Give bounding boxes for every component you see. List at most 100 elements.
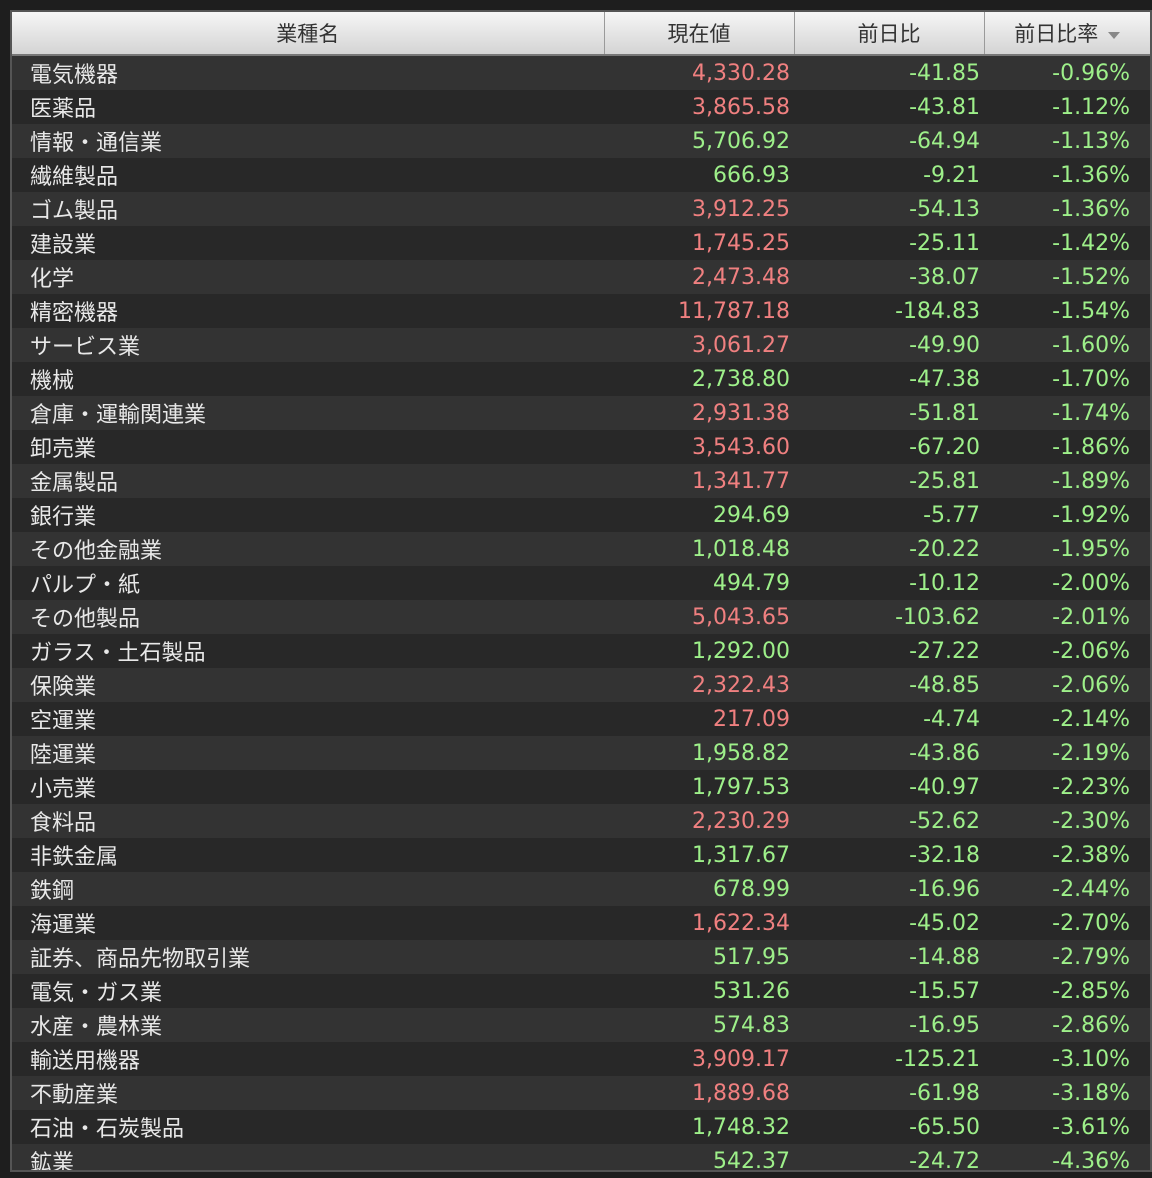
change-cell: -14.88 bbox=[909, 944, 980, 970]
table-row[interactable]: 陸運業 1,958.82 -43.86 -2.19% bbox=[12, 736, 1150, 770]
sector-name-cell: ゴム製品 bbox=[30, 199, 119, 224]
change-pct-cell: -1.89% bbox=[1052, 468, 1130, 494]
change-pct-cell: -1.36% bbox=[1052, 162, 1130, 188]
column-header-price[interactable]: 現在値 bbox=[604, 12, 795, 56]
table-row[interactable]: ガラス・土石製品 1,292.00 -27.22 -2.06% bbox=[12, 634, 1150, 668]
change-cell: -52.62 bbox=[909, 808, 980, 834]
change-cell: -51.81 bbox=[909, 400, 980, 426]
table-row[interactable]: 水産・農林業 574.83 -16.95 -2.86% bbox=[12, 1008, 1150, 1042]
change-pct-cell: -2.23% bbox=[1052, 774, 1130, 800]
table-row[interactable]: ゴム製品 3,912.25 -54.13 -1.36% bbox=[12, 192, 1150, 226]
table-row[interactable]: 倉庫・運輸関連業 2,931.38 -51.81 -1.74% bbox=[12, 396, 1150, 430]
price-cell: 1,797.53 bbox=[692, 774, 790, 800]
change-cell: -10.12 bbox=[909, 570, 980, 596]
table-row[interactable]: 繊維製品 666.93 -9.21 -1.36% bbox=[12, 158, 1150, 192]
table-row[interactable]: 輸送用機器 3,909.17 -125.21 -3.10% bbox=[12, 1042, 1150, 1076]
table-row[interactable]: 証券、商品先物取引業 517.95 -14.88 -2.79% bbox=[12, 940, 1150, 974]
price-cell: 3,865.58 bbox=[692, 94, 790, 120]
table-row[interactable]: パルプ・紙 494.79 -10.12 -2.00% bbox=[12, 566, 1150, 600]
sector-name-cell: 証券、商品先物取引業 bbox=[30, 947, 251, 972]
sector-name-cell: 機械 bbox=[30, 369, 75, 394]
change-pct-cell: -3.10% bbox=[1052, 1046, 1130, 1072]
price-cell: 1,958.82 bbox=[692, 740, 790, 766]
change-cell: -25.81 bbox=[909, 468, 980, 494]
sector-name-cell: 輸送用機器 bbox=[30, 1049, 141, 1074]
table-row[interactable]: 保険業 2,322.43 -48.85 -2.06% bbox=[12, 668, 1150, 702]
price-cell: 1,889.68 bbox=[692, 1080, 790, 1106]
change-pct-cell: -1.12% bbox=[1052, 94, 1130, 120]
table-row[interactable]: 化学 2,473.48 -38.07 -1.52% bbox=[12, 260, 1150, 294]
column-header-label: 前日比 bbox=[857, 22, 921, 46]
table-row[interactable]: 石油・石炭製品 1,748.32 -65.50 -3.61% bbox=[12, 1110, 1150, 1144]
change-pct-cell: -1.95% bbox=[1052, 536, 1130, 562]
table-row[interactable]: 精密機器 11,787.18 -184.83 -1.54% bbox=[12, 294, 1150, 328]
table-row[interactable]: 食料品 2,230.29 -52.62 -2.30% bbox=[12, 804, 1150, 838]
change-cell: -38.07 bbox=[909, 264, 980, 290]
change-pct-cell: -1.60% bbox=[1052, 332, 1130, 358]
table-row[interactable]: 鉱業 542.37 -24.72 -4.36% bbox=[12, 1144, 1150, 1172]
change-pct-cell: -2.06% bbox=[1052, 672, 1130, 698]
table-row[interactable]: 海運業 1,622.34 -45.02 -2.70% bbox=[12, 906, 1150, 940]
change-pct-cell: -3.61% bbox=[1052, 1114, 1130, 1140]
table-row[interactable]: 電気機器 4,330.28 -41.85 -0.96% bbox=[12, 55, 1150, 90]
sector-name-cell: 陸運業 bbox=[30, 743, 97, 768]
table-row[interactable]: その他金融業 1,018.48 -20.22 -1.95% bbox=[12, 532, 1150, 566]
change-cell: -65.50 bbox=[909, 1114, 980, 1140]
sector-name-cell: 空運業 bbox=[30, 709, 97, 734]
change-cell: -25.11 bbox=[909, 230, 980, 256]
sector-name-cell: 繊維製品 bbox=[30, 165, 119, 190]
table-row[interactable]: 卸売業 3,543.60 -67.20 -1.86% bbox=[12, 430, 1150, 464]
change-cell: -49.90 bbox=[909, 332, 980, 358]
table-header-row: 業種名 現在値 前日比 前日比率 bbox=[12, 12, 1150, 56]
price-cell: 1,018.48 bbox=[692, 536, 790, 562]
change-pct-cell: -1.36% bbox=[1052, 196, 1130, 222]
column-header-change-pct[interactable]: 前日比率 bbox=[984, 12, 1150, 56]
sector-name-cell: 銀行業 bbox=[30, 505, 97, 530]
table-row[interactable]: 非鉄金属 1,317.67 -32.18 -2.38% bbox=[12, 838, 1150, 872]
table-row[interactable]: 金属製品 1,341.77 -25.81 -1.89% bbox=[12, 464, 1150, 498]
price-cell: 5,706.92 bbox=[692, 128, 790, 154]
price-cell: 1,622.34 bbox=[692, 910, 790, 936]
table-row[interactable]: 機械 2,738.80 -47.38 -1.70% bbox=[12, 362, 1150, 396]
table-row[interactable]: 不動産業 1,889.68 -61.98 -3.18% bbox=[12, 1076, 1150, 1110]
table-row[interactable]: サービス業 3,061.27 -49.90 -1.60% bbox=[12, 328, 1150, 362]
price-cell: 5,043.65 bbox=[692, 604, 790, 630]
table-row[interactable]: 電気・ガス業 531.26 -15.57 -2.85% bbox=[12, 974, 1150, 1008]
change-cell: -67.20 bbox=[909, 434, 980, 460]
sector-name-cell: 情報・通信業 bbox=[30, 131, 163, 156]
change-pct-cell: -1.52% bbox=[1052, 264, 1130, 290]
change-pct-cell: -2.30% bbox=[1052, 808, 1130, 834]
table-row[interactable]: その他製品 5,043.65 -103.62 -2.01% bbox=[12, 600, 1150, 634]
sector-name-cell: 海運業 bbox=[30, 913, 97, 938]
column-header-change[interactable]: 前日比 bbox=[794, 12, 985, 56]
change-cell: -27.22 bbox=[909, 638, 980, 664]
change-cell: -15.57 bbox=[909, 978, 980, 1004]
change-pct-cell: -2.01% bbox=[1052, 604, 1130, 630]
change-pct-cell: -1.92% bbox=[1052, 502, 1130, 528]
price-cell: 3,909.17 bbox=[692, 1046, 790, 1072]
table-row[interactable]: 銀行業 294.69 -5.77 -1.92% bbox=[12, 498, 1150, 532]
change-cell: -4.74 bbox=[923, 706, 980, 732]
price-cell: 2,473.48 bbox=[692, 264, 790, 290]
change-cell: -32.18 bbox=[909, 842, 980, 868]
table-row[interactable]: 小売業 1,797.53 -40.97 -2.23% bbox=[12, 770, 1150, 804]
price-cell: 494.79 bbox=[713, 570, 790, 596]
sector-name-cell: 小売業 bbox=[30, 777, 97, 802]
sector-name-cell: 水産・農林業 bbox=[30, 1015, 163, 1040]
table-row[interactable]: 建設業 1,745.25 -25.11 -1.42% bbox=[12, 226, 1150, 260]
price-cell: 542.37 bbox=[713, 1148, 790, 1172]
change-pct-cell: -2.79% bbox=[1052, 944, 1130, 970]
table-row[interactable]: 空運業 217.09 -4.74 -2.14% bbox=[12, 702, 1150, 736]
table-row[interactable]: 鉄鋼 678.99 -16.96 -2.44% bbox=[12, 872, 1150, 906]
sector-name-cell: サービス業 bbox=[30, 335, 141, 360]
sector-name-cell: 化学 bbox=[30, 267, 75, 292]
change-pct-cell: -2.00% bbox=[1052, 570, 1130, 596]
sector-name-cell: 非鉄金属 bbox=[30, 845, 119, 870]
change-cell: -45.02 bbox=[909, 910, 980, 936]
column-header-sector-name[interactable]: 業種名 bbox=[12, 12, 605, 56]
table-row[interactable]: 情報・通信業 5,706.92 -64.94 -1.13% bbox=[12, 124, 1150, 158]
change-pct-cell: -2.06% bbox=[1052, 638, 1130, 664]
table-row[interactable]: 医薬品 3,865.58 -43.81 -1.12% bbox=[12, 90, 1150, 124]
price-cell: 1,745.25 bbox=[692, 230, 790, 256]
sector-name-cell: 石油・石炭製品 bbox=[30, 1117, 185, 1142]
